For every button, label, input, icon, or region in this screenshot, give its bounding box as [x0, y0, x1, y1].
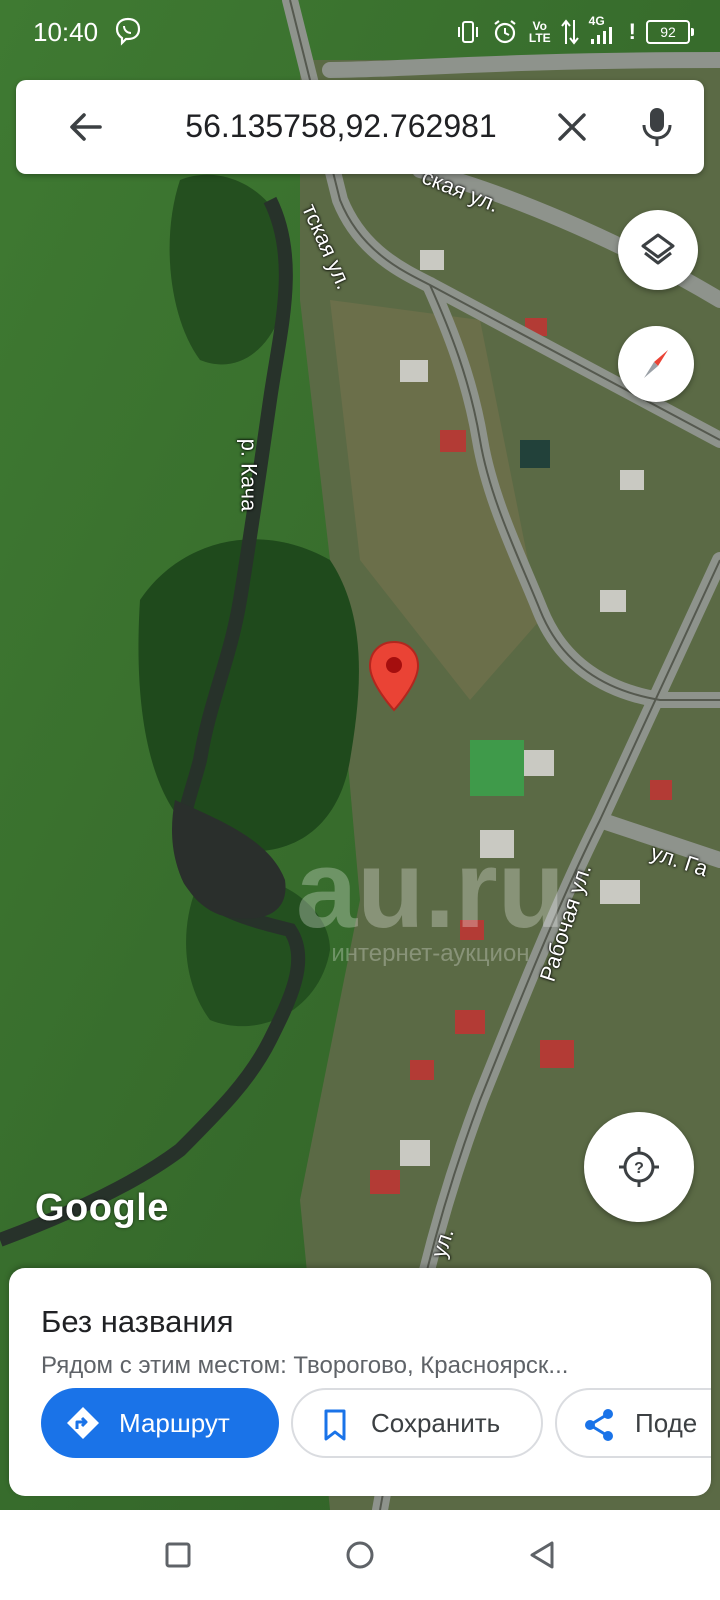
- bookmark-icon: [324, 1409, 346, 1441]
- share-icon: [585, 1409, 613, 1441]
- compass-icon: [644, 350, 668, 378]
- volte-bottom: LTE: [528, 31, 551, 45]
- viber-icon: [115, 17, 141, 46]
- layers-icon: [641, 233, 675, 265]
- battery-icon: 92: [646, 20, 694, 44]
- place-subtitle: Рядом с этим местом: Творогово, Краснояр…: [41, 1352, 569, 1379]
- battery-level: 92: [660, 24, 676, 40]
- save-label: Сохранить: [371, 1407, 501, 1438]
- arrow-left-icon[interactable]: [66, 107, 106, 147]
- home-circle-icon[interactable]: [342, 1537, 378, 1573]
- alarm-icon: [494, 20, 516, 44]
- route-button[interactable]: Маршрут: [41, 1388, 279, 1458]
- google-logo: Google: [35, 1187, 169, 1229]
- recents-square-icon[interactable]: [160, 1537, 196, 1573]
- compass-button[interactable]: [618, 326, 694, 402]
- directions-icon: [67, 1407, 99, 1439]
- no-sim-icon: !: [628, 19, 636, 44]
- close-icon[interactable]: [554, 109, 590, 145]
- volte-label: Vo LTE: [529, 20, 551, 44]
- share-button[interactable]: Поде: [555, 1388, 711, 1458]
- svg-text:?: ?: [634, 1160, 644, 1177]
- signal-group: 4G: [589, 15, 619, 47]
- data-arrows-icon: [560, 19, 579, 45]
- route-label: Маршрут: [119, 1407, 230, 1438]
- search-bar[interactable]: 56.135758,92.762981: [16, 80, 704, 174]
- clock: 10:40: [33, 17, 99, 47]
- search-query[interactable]: 56.135758,92.762981: [156, 106, 526, 146]
- microphone-icon[interactable]: [640, 105, 674, 149]
- system-nav-bar: [0, 1510, 720, 1600]
- status-icons: Vo LTE 4G ! 92: [455, 14, 694, 50]
- river-label: р. Кача: [236, 438, 262, 512]
- signal-icon: [590, 27, 612, 44]
- share-label: Поде: [635, 1407, 698, 1438]
- place-title: Без названия: [41, 1304, 234, 1339]
- location-pin-icon[interactable]: [368, 640, 420, 712]
- back-triangle-icon[interactable]: [524, 1537, 560, 1573]
- status-bar: 10:40 Vo LTE 4G ! 92: [0, 0, 720, 64]
- my-location-button[interactable]: ?: [584, 1112, 694, 1222]
- layers-button[interactable]: [618, 210, 698, 290]
- place-sheet[interactable]: Без названия Рядом с этим местом: Творог…: [9, 1268, 711, 1496]
- my-location-icon: ?: [619, 1147, 659, 1187]
- vibrate-icon: [457, 21, 478, 43]
- save-button[interactable]: Сохранить: [291, 1388, 543, 1458]
